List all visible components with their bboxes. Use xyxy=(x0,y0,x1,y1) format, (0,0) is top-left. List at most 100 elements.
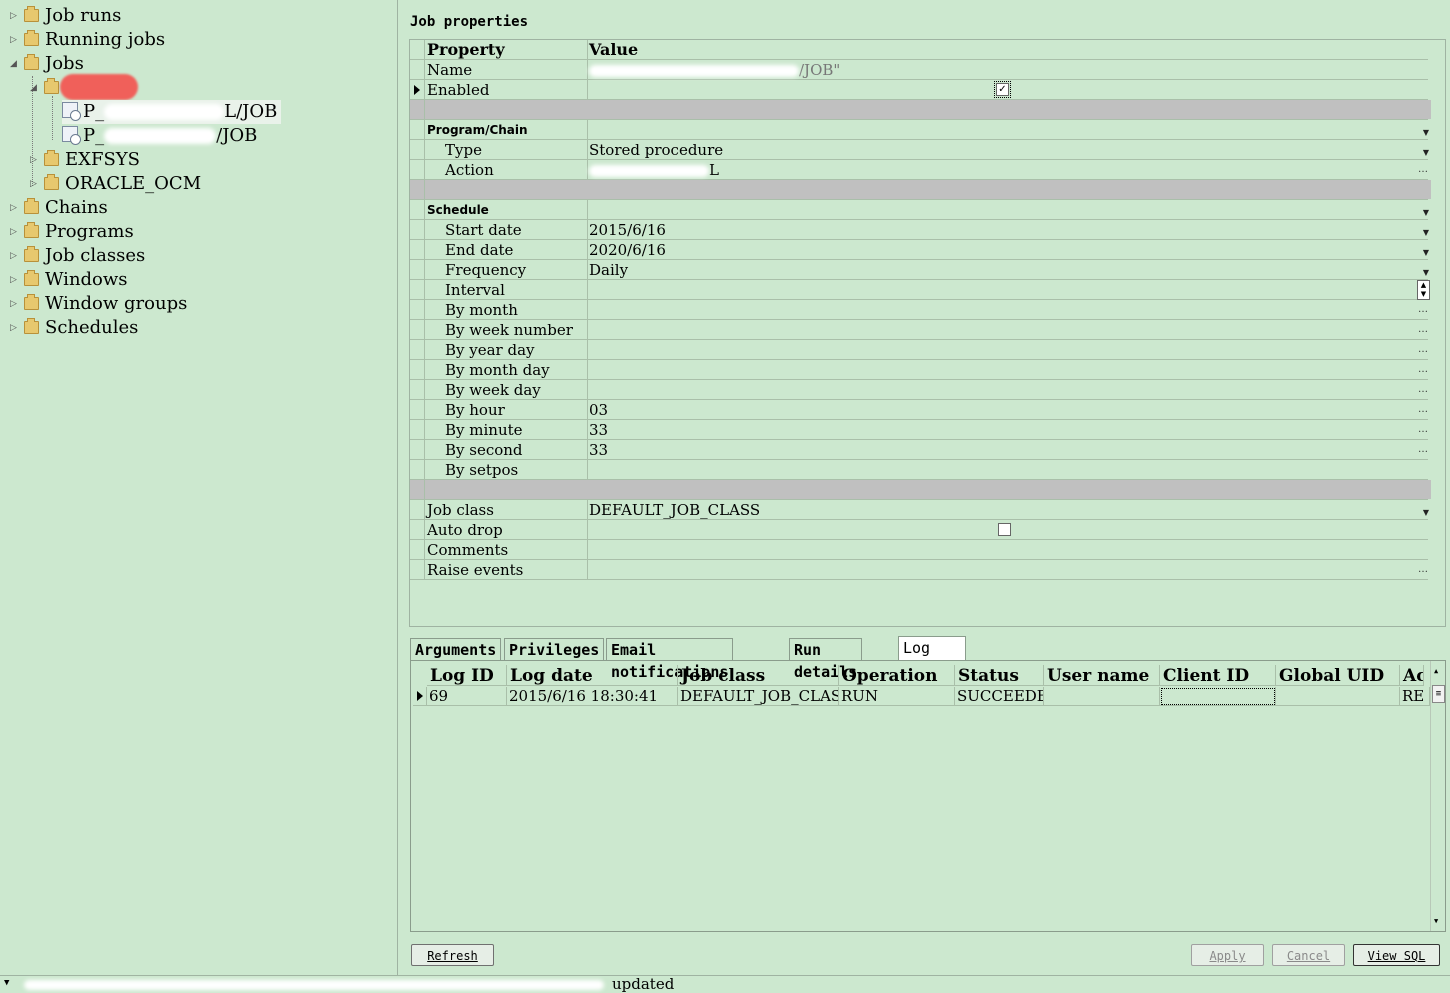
prop-row-end-date[interactable]: End date 2020/6/16 ▼ xyxy=(410,240,1429,260)
prop-row-by-month-day[interactable]: By month day … xyxy=(410,360,1428,380)
prop-row-by-second[interactable]: By second 33… xyxy=(410,440,1428,460)
prop-row-comments[interactable]: Comments xyxy=(410,540,1428,560)
folder-icon xyxy=(24,6,39,22)
scroll-up-icon[interactable]: ▲ xyxy=(1434,667,1438,675)
ellipsis-icon[interactable]: … xyxy=(1418,160,1428,180)
ellipsis-icon[interactable]: … xyxy=(1418,420,1428,440)
prop-row-by-hour[interactable]: By hour 03… xyxy=(410,400,1428,420)
prop-row-by-year-day[interactable]: By year day … xyxy=(410,340,1428,360)
tree-item-windows[interactable]: ▷ Windows xyxy=(10,268,128,292)
tree-item-jobs[interactable]: ◢ Jobs xyxy=(10,52,84,76)
tree-item-window-groups[interactable]: ▷ Window groups xyxy=(10,292,187,316)
log-grid: Log ID Log date Job class Operation Stat… xyxy=(410,660,1446,932)
prop-row-action[interactable]: Action L… xyxy=(410,160,1428,180)
prop-row-by-setpos[interactable]: By setpos xyxy=(410,460,1428,480)
folder-icon xyxy=(44,174,59,190)
status-bar: ▼ updated xyxy=(0,975,1450,992)
prop-row-by-month[interactable]: By month … xyxy=(410,300,1428,320)
tree-item-oracle-ocm[interactable]: ▷ ORACLE_OCM xyxy=(30,172,201,196)
col-log-date[interactable]: Log date xyxy=(507,665,678,686)
prop-row-type[interactable]: Type Stored procedure ▼ xyxy=(410,140,1429,160)
redacted-text xyxy=(104,104,225,120)
col-status[interactable]: Status xyxy=(955,665,1044,686)
tree-item-schema[interactable]: ◢ xyxy=(30,76,65,100)
group-program-chain[interactable]: Program/Chain ▼ xyxy=(410,120,1429,140)
scroll-thumb[interactable]: ≡ xyxy=(1432,685,1445,703)
refresh-button[interactable]: Refresh xyxy=(411,944,494,966)
col-operation[interactable]: Operation xyxy=(839,665,955,686)
tab-privileges[interactable]: Privileges xyxy=(504,638,605,660)
col-log-id[interactable]: Log ID xyxy=(427,665,507,686)
auto-drop-checkbox[interactable] xyxy=(998,523,1011,536)
tree-item-schedules[interactable]: ▷ Schedules xyxy=(10,316,138,340)
folder-icon xyxy=(24,246,39,262)
prop-row-auto-drop[interactable]: Auto drop xyxy=(410,520,1428,540)
prop-row-by-week-day[interactable]: By week day … xyxy=(410,380,1428,400)
tab-email-notifications[interactable]: Email notifications xyxy=(606,638,734,681)
tab-run-details[interactable]: Run details xyxy=(789,638,863,681)
folder-icon xyxy=(24,270,39,286)
scroll-down-icon[interactable]: ▼ xyxy=(1434,917,1438,925)
col-ac[interactable]: Ac xyxy=(1400,665,1424,686)
tab-log[interactable]: Log xyxy=(898,636,966,661)
col-client-id[interactable]: Client ID xyxy=(1160,665,1276,686)
prop-row-by-minute[interactable]: By minute 33… xyxy=(410,420,1428,440)
focused-cell[interactable] xyxy=(1160,687,1276,706)
col-user-name[interactable]: User name xyxy=(1044,665,1160,686)
tree-item-job-1[interactable]: P_ L/JOB xyxy=(62,100,282,124)
cancel-button[interactable]: Cancel xyxy=(1272,944,1345,966)
ellipsis-icon[interactable]: … xyxy=(1418,400,1428,420)
prop-row-start-date[interactable]: Start date 2015/6/16 ▼ xyxy=(410,220,1429,240)
view-sql-button[interactable]: View SQL xyxy=(1353,944,1440,966)
current-row-icon xyxy=(414,85,420,95)
redacted-text xyxy=(589,65,799,77)
tree-item-job-2[interactable]: P_/JOB xyxy=(62,124,257,148)
chevron-down-icon: ▼ xyxy=(4,978,10,988)
prop-row-raise-events[interactable]: Raise events … xyxy=(410,560,1428,580)
prop-row-interval[interactable]: Interval ▲ ▼ xyxy=(410,280,1430,300)
property-grid: Property Value Name /JOB" Enabled ✓ Prog… xyxy=(409,39,1446,627)
name-value[interactable]: /JOB" xyxy=(586,60,1431,79)
prop-row-enabled[interactable]: Enabled ✓ xyxy=(410,80,1428,100)
interval-spinner[interactable]: ▲ ▼ xyxy=(1417,280,1430,300)
current-row-icon xyxy=(417,691,423,701)
prop-row-name[interactable]: Name /JOB" xyxy=(410,60,1428,80)
tab-arguments[interactable]: Arguments xyxy=(410,638,502,660)
folder-icon xyxy=(24,294,39,310)
ellipsis-icon[interactable]: … xyxy=(1418,300,1428,320)
ellipsis-icon[interactable]: … xyxy=(1418,320,1428,340)
tree-item-exfsys[interactable]: ▷ EXFSYS xyxy=(30,148,140,172)
separator-row xyxy=(410,480,1431,500)
folder-icon xyxy=(24,318,39,334)
col-job-class[interactable]: Job class xyxy=(678,665,839,686)
separator-row xyxy=(410,100,1431,120)
ellipsis-icon[interactable]: … xyxy=(1418,440,1428,460)
redacted-schema-label xyxy=(60,74,138,100)
ellipsis-icon[interactable]: … xyxy=(1418,340,1428,360)
prop-row-by-week-number[interactable]: By week number … xyxy=(410,320,1428,340)
panel-title: Job properties xyxy=(410,14,529,30)
tree-item-running-jobs[interactable]: ▷ Running jobs xyxy=(10,28,165,52)
apply-button[interactable]: Apply xyxy=(1191,944,1264,966)
enabled-checkbox[interactable]: ✓ xyxy=(994,81,1011,98)
header-property: Property xyxy=(425,40,588,59)
folder-open-icon xyxy=(24,54,39,70)
job-icon xyxy=(62,126,81,145)
group-schedule[interactable]: Schedule ▼ xyxy=(410,200,1429,220)
tree-item-programs[interactable]: ▷ Programs xyxy=(10,220,134,244)
ellipsis-icon[interactable]: … xyxy=(1418,560,1428,580)
prop-row-frequency[interactable]: Frequency Daily ▼ xyxy=(410,260,1429,280)
job-icon xyxy=(62,102,81,121)
vertical-scrollbar[interactable]: ▲ ≡ ▼ xyxy=(1430,661,1445,931)
folder-icon xyxy=(44,150,59,166)
prop-row-job-class[interactable]: Job class DEFAULT_JOB_CLASS ▼ xyxy=(410,500,1429,520)
tree-item-job-runs[interactable]: ▷ Job runs xyxy=(10,4,121,28)
col-global-uid[interactable]: Global UID xyxy=(1276,665,1400,686)
tree-item-job-classes[interactable]: ▷ Job classes xyxy=(10,244,145,268)
header-value: Value xyxy=(589,40,639,59)
ellipsis-icon[interactable]: … xyxy=(1418,380,1428,400)
folder-open-icon xyxy=(44,78,59,94)
tree-item-chains[interactable]: ▷ Chains xyxy=(10,196,108,220)
grid-header: Property Value xyxy=(410,40,1428,60)
ellipsis-icon[interactable]: … xyxy=(1418,360,1428,380)
